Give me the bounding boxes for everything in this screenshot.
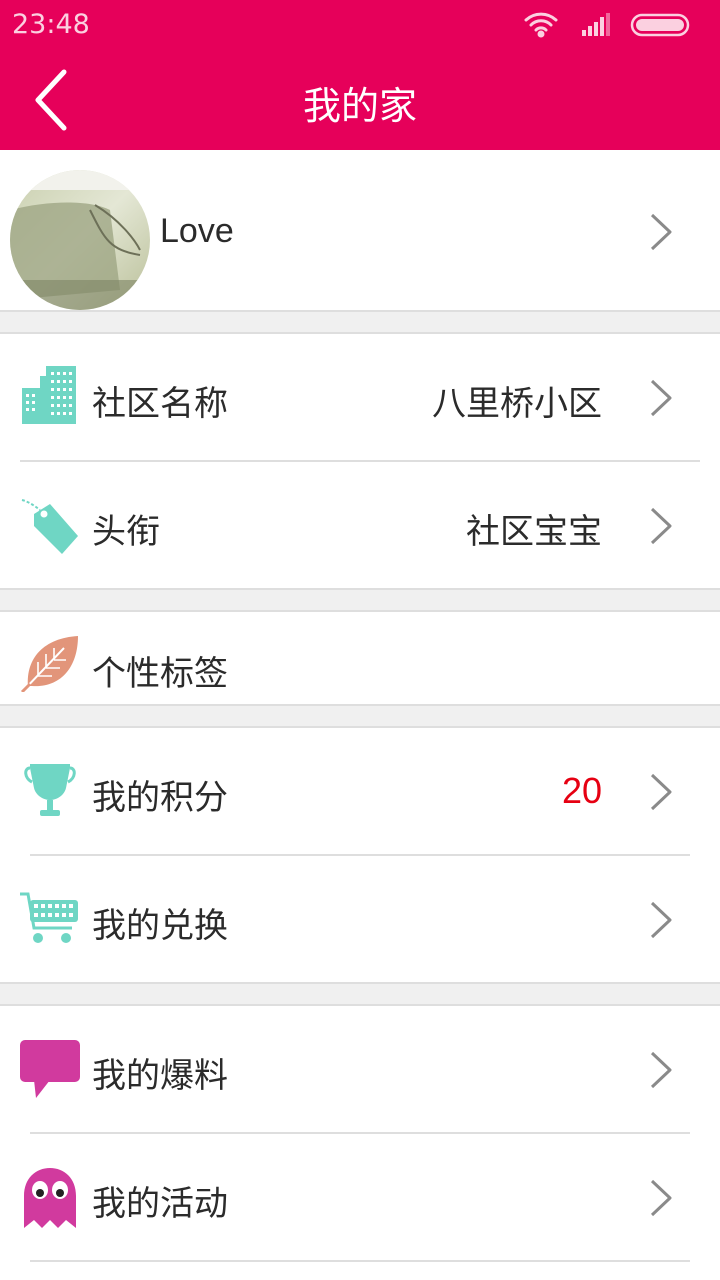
section-gap — [0, 982, 720, 1006]
points-label: 我的积分 — [92, 778, 228, 818]
avatar[interactable] — [10, 170, 150, 310]
cart-icon — [20, 892, 78, 943]
username: Love — [160, 212, 234, 250]
title-row[interactable]: 头衔 社区宝宝 — [0, 462, 720, 588]
community-row[interactable]: 社区名称 八里桥小区 — [0, 334, 720, 460]
activities-label: 我的活动 — [92, 1184, 228, 1224]
exchange-label: 我的兑换 — [92, 906, 228, 946]
title-value: 社区宝宝 — [466, 512, 602, 552]
activities-row[interactable]: 我的活动 — [0, 1134, 720, 1260]
profile-row[interactable]: Love — [0, 150, 720, 310]
community-value: 八里桥小区 — [432, 384, 602, 424]
trophy-icon — [24, 764, 76, 816]
chevron-right-icon — [650, 1179, 672, 1217]
chevron-right-icon — [650, 507, 672, 545]
status-icons — [524, 12, 690, 38]
title-label: 头衔 — [92, 512, 160, 552]
chevron-right-icon — [650, 901, 672, 939]
chevron-right-icon — [650, 1051, 672, 1089]
reports-row[interactable]: 我的爆料 — [0, 1006, 720, 1132]
tags-label: 个性标签 — [92, 654, 228, 694]
leaf-icon — [20, 636, 79, 692]
app-header: 我的家 — [0, 50, 720, 150]
page-title: 我的家 — [302, 84, 417, 128]
section-gap — [0, 310, 720, 334]
tag-icon — [21, 499, 78, 554]
chevron-right-icon — [650, 773, 672, 811]
chevron-right-icon — [650, 213, 672, 251]
ghost-icon — [24, 1168, 76, 1228]
battery-icon — [630, 13, 690, 37]
section-gap — [0, 588, 720, 612]
reports-label: 我的爆料 — [92, 1056, 228, 1096]
status-time: 23:48 — [12, 9, 90, 40]
community-label: 社区名称 — [92, 384, 228, 424]
signal-icon — [582, 13, 610, 36]
status-bar: 23:48 — [0, 0, 720, 50]
section-gap — [0, 704, 720, 728]
points-row[interactable]: 我的积分 20 — [0, 728, 720, 854]
exchange-row[interactable]: 我的兑换 — [0, 856, 720, 982]
wifi-icon — [524, 12, 558, 38]
speech-bubble-icon — [20, 1040, 80, 1098]
divider — [30, 1260, 690, 1262]
points-value: 20 — [561, 770, 602, 811]
avatar-photo — [10, 170, 150, 310]
building-icon — [22, 366, 76, 424]
chevron-right-icon — [650, 379, 672, 417]
tags-row[interactable]: 个性标签 — [0, 612, 720, 704]
